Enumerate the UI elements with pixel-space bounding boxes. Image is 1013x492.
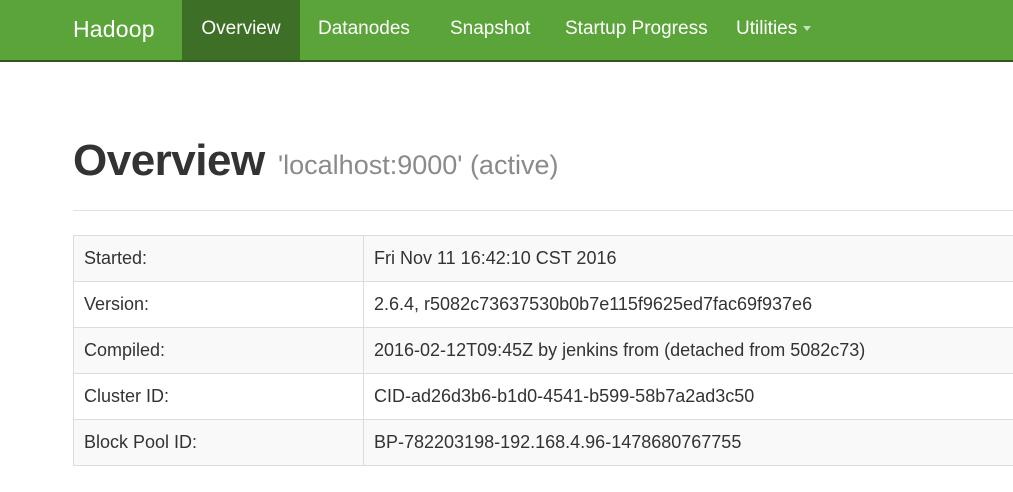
row-value: Fri Nov 11 16:42:10 CST 2016 xyxy=(363,235,1013,282)
page-subtitle: 'localhost:9000' (active) xyxy=(278,150,559,180)
top-navbar: Hadoop Overview Datanodes Snapshot Start… xyxy=(0,0,1013,62)
overview-info-table: Started: Fri Nov 11 16:42:10 CST 2016 Ve… xyxy=(73,235,1013,466)
caret-down-icon xyxy=(803,26,812,32)
table-row: Cluster ID: CID-ad26d3b6-b1d0-4541-b599-… xyxy=(73,373,1013,420)
row-value: CID-ad26d3b6-b1d0-4541-b599-58b7a2ad3c50 xyxy=(363,373,1013,420)
row-label: Block Pool ID: xyxy=(73,419,364,466)
row-label: Started: xyxy=(73,235,364,282)
row-label: Cluster ID: xyxy=(73,373,364,420)
row-label: Compiled: xyxy=(73,327,364,374)
brand-link[interactable]: Hadoop xyxy=(73,0,155,60)
row-value: 2.6.4, r5082c73637530b0b7e115f9625ed7fac… xyxy=(363,281,1013,328)
table-row: Started: Fri Nov 11 16:42:10 CST 2016 xyxy=(73,235,1013,282)
nav-tab-datanodes[interactable]: Datanodes xyxy=(318,0,410,60)
page-header: Overview 'localhost:9000' (active) xyxy=(73,132,1013,211)
page-title: Overview xyxy=(73,136,265,185)
row-label: Version: xyxy=(73,281,364,328)
nav-tab-snapshot[interactable]: Snapshot xyxy=(450,0,530,60)
row-value: 2016-02-12T09:45Z by jenkins from (detac… xyxy=(363,327,1013,374)
row-value: BP-782203198-192.168.4.96-1478680767755 xyxy=(363,419,1013,466)
nav-tab-startup-progress[interactable]: Startup Progress xyxy=(565,0,708,60)
table-row: Compiled: 2016-02-12T09:45Z by jenkins f… xyxy=(73,327,1013,374)
nav-tab-overview[interactable]: Overview xyxy=(182,0,300,60)
table-row: Version: 2.6.4, r5082c73637530b0b7e115f9… xyxy=(73,281,1013,328)
table-row: Block Pool ID: BP-782203198-192.168.4.96… xyxy=(73,419,1013,466)
nav-dropdown-utilities[interactable]: Utilities xyxy=(736,0,812,60)
nav-dropdown-utilities-label: Utilities xyxy=(736,18,798,39)
